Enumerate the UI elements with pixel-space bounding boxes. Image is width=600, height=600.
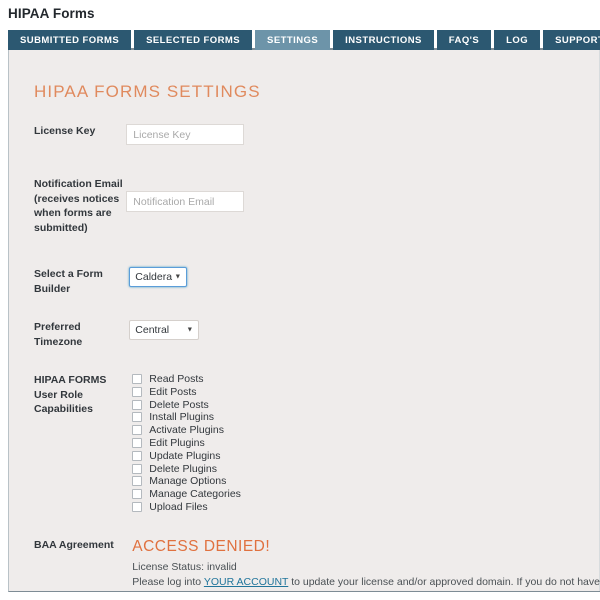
tab-submitted-forms[interactable]: SUBMITTED FORMS [8, 30, 132, 50]
form-builder-select[interactable]: Caldera [129, 267, 188, 287]
notification-email-input[interactable] [126, 191, 245, 212]
list-item: Manage Categories [132, 488, 600, 500]
checkbox-upload-files[interactable] [132, 501, 143, 512]
checkbox-manage-options[interactable] [132, 476, 143, 487]
checkbox-update-plugins[interactable] [132, 450, 143, 461]
checkbox-delete-plugins[interactable] [132, 463, 143, 474]
timezone-select[interactable]: Central [129, 320, 200, 340]
checkbox-manage-categories[interactable] [132, 489, 143, 500]
settings-panel: HIPAA FORMS SETTINGS License Key Notific… [8, 50, 600, 592]
row-notification-email: Notification Email (receives notices whe… [9, 177, 600, 235]
form-builder-label: Select a Form Builder [34, 268, 103, 295]
spacer [9, 296, 600, 320]
list-item: Upload Files [132, 501, 600, 513]
tab-instructions[interactable]: INSTRUCTIONS [333, 30, 434, 50]
tab-bar: SUBMITTED FORMS SELECTED FORMS SETTINGS … [8, 26, 600, 50]
list-item: Manage Options [132, 475, 600, 487]
row-license-key: License Key [9, 124, 600, 145]
license-key-label: License Key [34, 125, 96, 137]
checkbox-read-posts[interactable] [132, 374, 143, 385]
tab-log[interactable]: LOG [494, 30, 541, 50]
spacer [9, 349, 600, 373]
your-account-link[interactable]: YOUR ACCOUNT [204, 576, 288, 588]
list-item: Edit Posts [132, 386, 600, 398]
spacer [9, 590, 600, 591]
list-item: Delete Plugins [132, 462, 600, 475]
capabilities-list: Read Posts Edit Posts Delete Posts Insta… [132, 373, 600, 513]
list-item: Read Posts [132, 373, 600, 385]
tab-support[interactable]: SUPPORT [543, 30, 600, 50]
row-form-builder: Select a Form Builder Caldera ▼ [9, 267, 600, 296]
checkbox-edit-posts[interactable] [132, 386, 143, 397]
checkbox-edit-plugins[interactable] [132, 438, 143, 448]
license-key-input[interactable] [126, 124, 245, 145]
tab-faqs[interactable]: FAQ'S [436, 30, 492, 50]
instruction-prefix: Please log into [132, 575, 204, 588]
instruction-suffix: to update your license and/or approved d… [288, 575, 600, 588]
form-builder-select-wrap: Caldera ▼ [129, 267, 188, 287]
notification-email-label: Notification Email (receives notices whe… [34, 178, 123, 234]
license-status-text: License Status: invalid [132, 560, 237, 573]
list-item: Edit Plugins [132, 437, 600, 449]
access-denied-title: ACCESS DENIED! [132, 537, 271, 555]
checkbox-install-plugins[interactable] [132, 412, 143, 423]
timezone-select-wrap: Central ▼ [129, 320, 200, 340]
spacer [9, 514, 600, 538]
capability-label: Manage Options [149, 475, 227, 488]
capability-label: Read Posts [149, 373, 204, 386]
baa-agreement-label: BAA Agreement [34, 538, 114, 551]
tab-settings[interactable]: SETTINGS [255, 30, 331, 50]
capability-label: Activate Plugins [149, 424, 224, 437]
capability-label: Update Plugins [149, 449, 221, 462]
capability-label: Edit Posts [149, 385, 197, 398]
row-baa-agreement: BAA Agreement ACCESS DENIED! License Sta… [9, 538, 600, 590]
row-timezone: Preferred Timezone Central ▼ [9, 320, 600, 349]
settings-heading: HIPAA FORMS SETTINGS [34, 82, 261, 101]
list-item: Update Plugins [132, 450, 600, 462]
checkbox-activate-plugins[interactable] [132, 425, 143, 436]
page-title: HIPAA Forms [8, 6, 95, 21]
tab-selected-forms[interactable]: SELECTED FORMS [134, 30, 253, 50]
license-instruction-text: Please log into YOUR ACCOUNT to update y… [132, 575, 600, 590]
spacer [9, 235, 600, 267]
capability-label: Delete Plugins [149, 462, 217, 475]
timezone-label: Preferred Timezone [34, 321, 83, 348]
spacer [9, 145, 600, 177]
list-item: Install Plugins [132, 411, 600, 423]
capabilities-label: HIPAA FORMS User Role Capabilities [34, 374, 107, 415]
list-item: Delete Posts [132, 399, 600, 411]
checkbox-delete-posts[interactable] [132, 399, 143, 410]
list-item: Activate Plugins [132, 424, 600, 436]
settings-form: License Key Notification Email (receives… [9, 124, 600, 591]
capability-label: Upload Files [149, 500, 208, 513]
capability-label: Manage Categories [149, 488, 241, 501]
capability-label: Install Plugins [149, 411, 215, 424]
row-capabilities: HIPAA FORMS User Role Capabilities Read … [9, 373, 600, 514]
capability-label: Edit Plugins [149, 437, 205, 449]
capability-label: Delete Posts [149, 398, 209, 411]
